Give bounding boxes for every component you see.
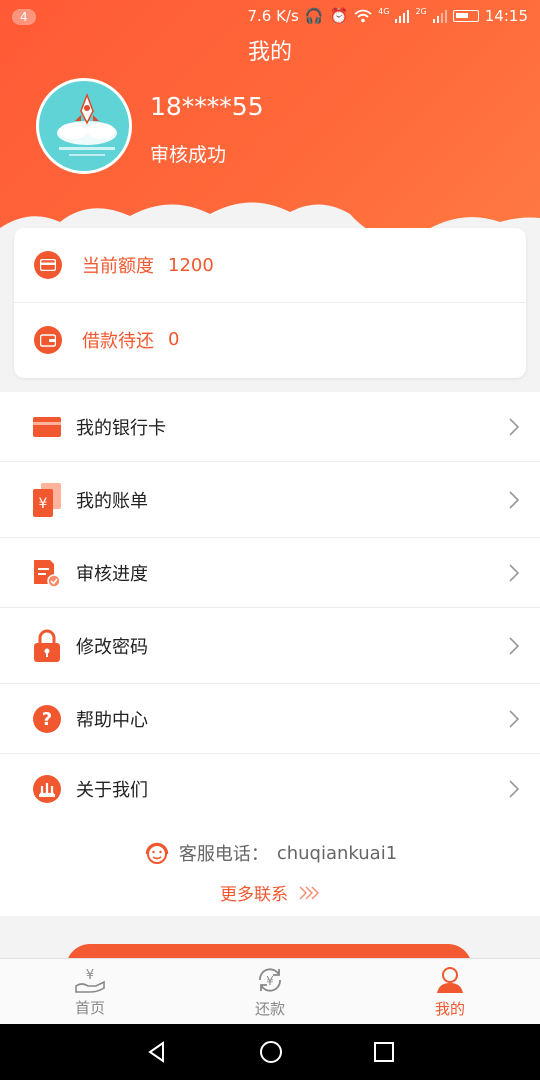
lock-icon [32,629,62,662]
menu-item-bank-card[interactable]: 我的银行卡 [0,392,540,462]
system-navigation-bar [0,1024,540,1080]
customer-service-icon [145,842,169,864]
svg-text:¥: ¥ [266,974,274,988]
home-icon[interactable] [259,1040,283,1064]
card-icon [34,251,62,279]
net-speed: 7.6 K/s [247,7,299,25]
menu-label: 我的账单 [76,490,148,512]
clock-time: 14:15 [484,7,528,25]
status-indicators: 7.6 K/s 🎧 ⏰ 4G 2G 14:15 [247,7,528,25]
double-chevron-right-icon [299,886,319,899]
alarm-icon: ⏰ [329,7,349,25]
profile-header: 4 7.6 K/s 🎧 ⏰ 4G 2G 14:15 我的 18****55 审核… [0,0,540,258]
home-yuan-hand-icon: ¥ [75,968,105,993]
review-progress-icon [32,558,62,588]
status-bar: 4 7.6 K/s 🎧 ⏰ 4G 2G 14:15 [0,0,540,34]
repay-icon: ¥ [259,967,281,992]
wifi-icon [354,9,372,23]
signal-4g-label: 4G [378,7,390,16]
tab-label: 还款 [254,999,285,1018]
avatar[interactable] [36,78,132,174]
avatar-rocket-icon [57,92,117,156]
menu-item-help-center[interactable]: ? 帮助中心 [0,684,540,754]
service-phone-line[interactable]: 客服电话： chuqiankuai1 [0,840,540,866]
quota-card: 当前额度 1200 借款待还 0 [14,228,526,378]
pending-value: 0 [168,329,180,350]
menu-item-change-password[interactable]: 修改密码 [0,608,540,684]
about-icon [32,774,62,804]
menu-label: 修改密码 [76,636,148,658]
signal-icon [395,10,410,23]
headset-icon: 🎧 [304,7,324,25]
svg-text:¥: ¥ [86,968,94,983]
chevron-right-icon [509,490,520,509]
tab-label: 首页 [74,998,105,1017]
tab-home[interactable]: ¥ 首页 [0,959,180,1024]
service-phone-label: 客服电话： [178,844,269,865]
notification-badge: 4 [12,9,36,25]
chevron-right-icon [509,417,520,436]
bank-card-icon [32,412,62,442]
menu-label: 审核进度 [76,563,148,585]
profile-icon [437,966,463,993]
customer-service-section: 客服电话： chuqiankuai1 更多联系 [0,822,540,916]
user-review-status: 审核成功 [150,144,227,166]
chevron-right-icon [509,636,520,655]
tab-repay[interactable]: ¥ 还款 [180,959,360,1024]
pending-label: 借款待还 [82,330,154,352]
chevron-right-icon [509,779,520,798]
more-contact-label: 更多联系 [220,885,288,905]
bill-icon: ¥ [32,482,62,517]
service-phone-value: chuqiankuai1 [276,842,398,864]
signal-icon-2 [432,10,447,23]
tab-mine[interactable]: 我的 [360,959,540,1024]
svg-text:¥: ¥ [39,496,48,512]
bottom-tab-bar: ¥ 首页 ¥ 还款 我的 [0,958,540,1024]
credit-row[interactable]: 当前额度 1200 [14,228,526,302]
menu-item-bills[interactable]: ¥ 我的账单 [0,462,540,538]
svg-text:?: ? [42,709,52,730]
settings-menu: 我的银行卡 ¥ 我的账单 审核进度 修改密码 ? 帮助中心 关于我们 [0,392,540,824]
user-phone: 18****55 [150,92,264,121]
tab-label: 我的 [434,999,465,1018]
menu-label: 关于我们 [76,779,148,801]
menu-label: 我的银行卡 [76,417,166,439]
chevron-right-icon [509,563,520,582]
page-title: 我的 [247,40,292,65]
back-icon[interactable] [145,1040,169,1064]
menu-label: 帮助中心 [76,709,148,731]
wallet-icon [34,325,62,354]
chevron-right-icon [509,709,520,728]
credit-value: 1200 [168,254,214,276]
help-icon: ? [32,704,62,734]
recent-apps-icon[interactable] [373,1041,395,1063]
menu-item-about-us[interactable]: 关于我们 [0,754,540,824]
credit-label: 当前额度 [82,256,154,277]
pending-row[interactable]: 借款待还 0 [14,302,526,376]
battery-icon [452,10,479,22]
signal-2g-label: 2G [415,7,427,16]
more-contact-link[interactable]: 更多联系 [0,880,540,905]
menu-item-review-progress[interactable]: 审核进度 [0,538,540,608]
